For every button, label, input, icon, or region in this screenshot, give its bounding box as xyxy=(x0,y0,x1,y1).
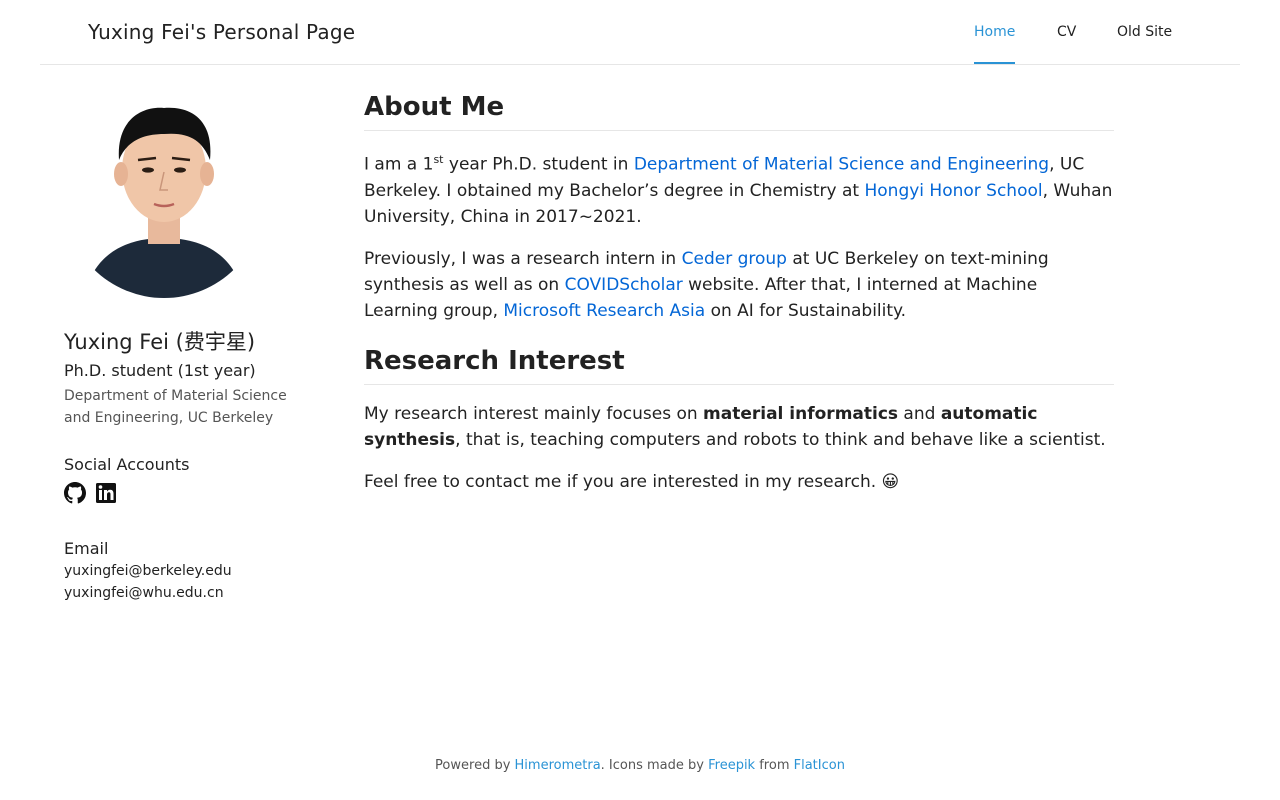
research-paragraph: My research interest mainly focuses on m… xyxy=(364,401,1114,453)
linkedin-link[interactable] xyxy=(95,482,117,504)
nav-cv[interactable]: CV xyxy=(1057,24,1076,64)
text: and xyxy=(898,403,941,424)
profile-affiliation: Department of Material Science and Engin… xyxy=(64,388,287,426)
about-heading: About Me xyxy=(364,92,1114,131)
nav-home[interactable]: Home xyxy=(974,24,1016,64)
github-link[interactable] xyxy=(64,482,86,504)
contact-paragraph: Feel free to contact me if you are inter… xyxy=(364,471,900,492)
avatar xyxy=(64,98,264,298)
text: from xyxy=(755,758,794,773)
research-heading: Research Interest xyxy=(364,346,1114,385)
nav-old-site[interactable]: Old Site xyxy=(1117,24,1172,64)
text: Powered by xyxy=(435,758,515,773)
email-link[interactable]: yuxingfei@whu.edu.cn xyxy=(64,585,224,601)
main-content: About Me I am a 1st year Ph.D. student i… xyxy=(364,92,1114,495)
profile-name: Yuxing Fei (费宇星) xyxy=(64,330,256,354)
text: Previously, I was a research intern in xyxy=(364,248,682,269)
text: year Ph.D. student in xyxy=(443,154,634,175)
text: . Icons made by xyxy=(600,758,709,773)
social-links xyxy=(64,482,117,504)
superscript: st xyxy=(433,153,444,166)
linkedin-icon xyxy=(96,483,116,503)
text: on AI for Sustainability. xyxy=(705,300,907,321)
flaticon-link[interactable]: FlatIcon xyxy=(794,758,845,773)
covidscholar-link[interactable]: COVIDScholar xyxy=(565,275,683,295)
github-icon xyxy=(64,482,86,504)
email-link[interactable]: yuxingfei@berkeley.edu xyxy=(64,563,232,579)
email-heading: Email xyxy=(64,539,109,558)
navbar: Yuxing Fei's Personal Page Home CV Old S… xyxy=(40,0,1240,65)
text: I am a 1 xyxy=(364,154,434,175)
hongyi-link[interactable]: Hongyi Honor School xyxy=(864,181,1042,201)
freepik-link[interactable]: Freepik xyxy=(708,758,755,773)
site-brand[interactable]: Yuxing Fei's Personal Page xyxy=(88,20,355,44)
social-heading: Social Accounts xyxy=(64,455,190,474)
text: , that is, teaching computers and robots… xyxy=(455,429,1106,450)
bold-text: material informatics xyxy=(703,403,899,424)
msra-link[interactable]: Microsoft Research Asia xyxy=(503,301,705,321)
about-paragraph: I am a 1st year Ph.D. student in Departm… xyxy=(364,147,1114,230)
himerometra-link[interactable]: Himerometra xyxy=(515,758,601,773)
profile-role: Ph.D. student (1st year) xyxy=(64,361,256,380)
ceder-group-link[interactable]: Ceder group xyxy=(682,249,787,269)
dept-link[interactable]: Department of Material Science and Engin… xyxy=(634,155,1049,175)
footer: Powered by Himerometra. Icons made by Fr… xyxy=(0,758,1280,773)
about-paragraph: Previously, I was a research intern in C… xyxy=(364,246,1114,324)
text: My research interest mainly focuses on xyxy=(364,403,704,424)
